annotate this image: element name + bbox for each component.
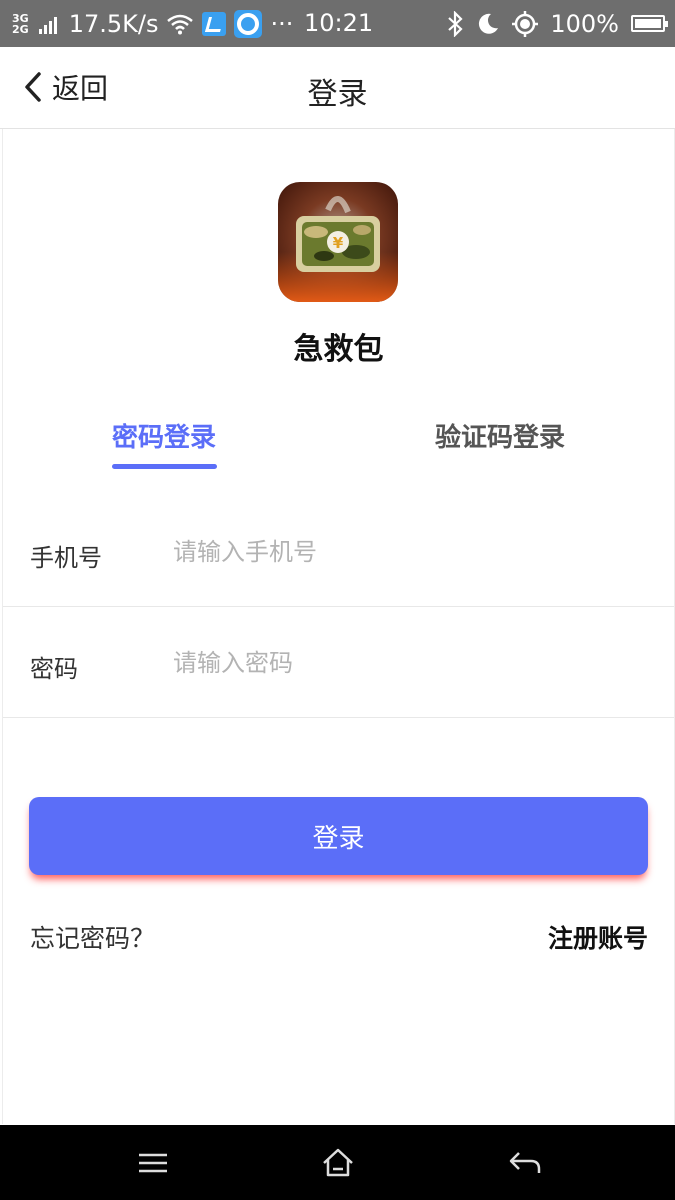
- phone-label: 手机号: [30, 544, 102, 572]
- network-type: 3G 2G: [12, 13, 29, 35]
- network-type-bottom: 2G: [12, 22, 29, 36]
- camouflage-wallet-yuan-icon: ¥: [278, 182, 398, 302]
- home-icon[interactable]: [320, 1145, 356, 1181]
- location-icon: [512, 10, 539, 37]
- back-arrow-icon[interactable]: [507, 1145, 543, 1181]
- app-name: 急救包: [293, 332, 384, 367]
- phone-row: 手机号: [3, 496, 674, 607]
- password-row: 密码: [3, 607, 674, 718]
- more-notifications: ···: [270, 9, 294, 38]
- tab-password-login[interactable]: 密码登录: [112, 417, 216, 454]
- forgot-password-link[interactable]: 忘记密码？: [30, 919, 155, 955]
- network-speed: 17.5K/s: [68, 9, 159, 38]
- network-type-top: 3G: [12, 11, 29, 25]
- battery-percent: 100%: [550, 9, 619, 38]
- login-button[interactable]: 登录: [29, 797, 648, 875]
- phone-input[interactable]: [173, 532, 643, 572]
- battery-icon: [631, 15, 668, 32]
- clock: 10:21: [304, 9, 374, 37]
- tab-sms-code-login[interactable]: 验证码登录: [435, 417, 565, 454]
- wifi-icon: [167, 14, 194, 34]
- app-notification-icon: [202, 11, 227, 36]
- app-notification-icon-2: [234, 9, 263, 38]
- login-card: ¥ 急救包 密码登录 验证码登录 手机号 密码 登录 忘记密码？ 注册账号: [2, 129, 675, 1124]
- active-tab-indicator: [112, 464, 217, 469]
- register-account-link[interactable]: 注册账号: [548, 919, 648, 955]
- svg-text:¥: ¥: [333, 234, 344, 252]
- system-navigation-bar: [0, 1125, 675, 1200]
- signal-icon: [38, 14, 57, 34]
- status-bar: 3G 2G 17.5K/s ··· 10:21 100%: [0, 0, 675, 47]
- password-input[interactable]: [173, 643, 643, 683]
- page-title: 登录: [307, 77, 368, 112]
- moon-icon: [479, 13, 499, 34]
- top-navigation-bar: 返回 登录: [0, 47, 675, 129]
- bluetooth-icon: [448, 10, 463, 37]
- menu-icon[interactable]: [135, 1145, 171, 1181]
- password-label: 密码: [30, 655, 78, 683]
